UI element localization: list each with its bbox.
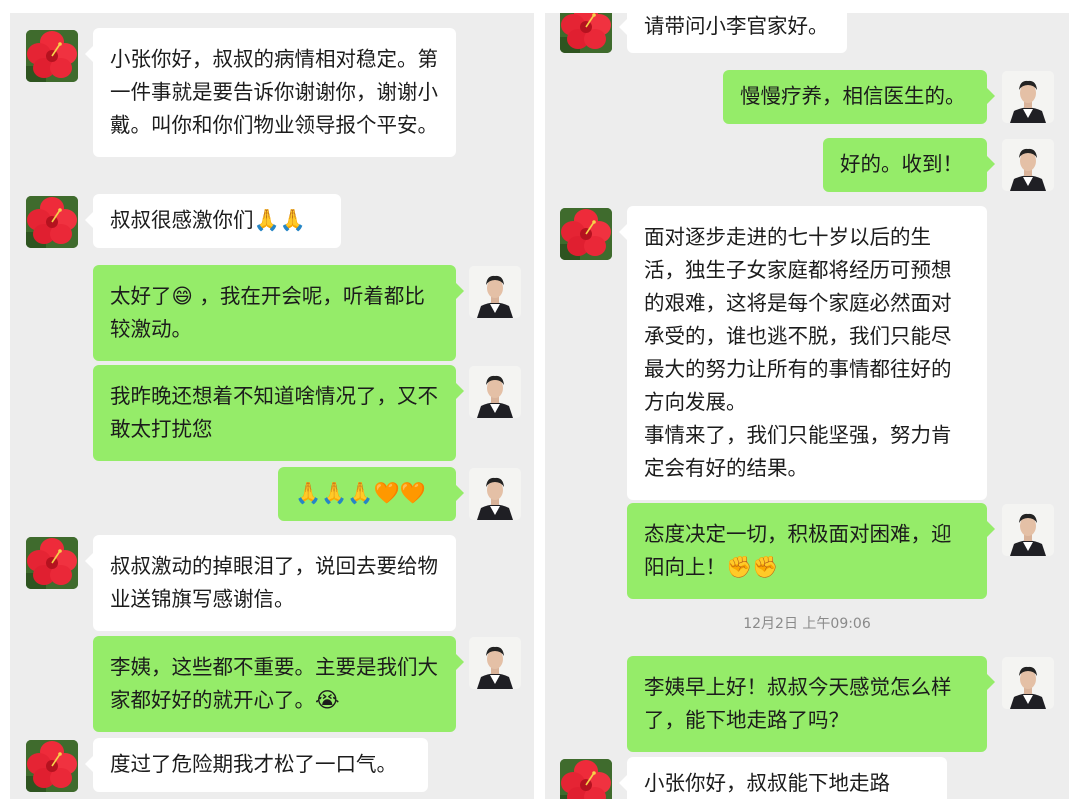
contact-avatar[interactable] bbox=[560, 13, 612, 53]
contact-avatar[interactable] bbox=[26, 740, 78, 792]
folded-hands-hearts-emoji: 🙏🙏🙏🧡🧡 bbox=[295, 481, 426, 505]
self-avatar[interactable] bbox=[1002, 139, 1054, 191]
message-text: 叔叔很感激你们 bbox=[110, 208, 254, 232]
message-text: 态度决定一切，积极面对困难，迎阳向上！ bbox=[644, 522, 952, 579]
message-text: 事情来了，我们只能坚强，努力肯定会有好的结果。 bbox=[644, 423, 952, 480]
message-text: 我昨晚还想着不知道啥情况了，又不敢太打扰您 bbox=[110, 384, 438, 441]
chat-panel-left: 小张你好，叔叔的病情相对稳定。第一件事就是要告诉你谢谢你，谢谢小戴。叫你和你们物… bbox=[10, 13, 534, 799]
message-bubble-incoming[interactable]: 小张你好，叔叔的病情相对稳定。第一件事就是要告诉你谢谢你，谢谢小戴。叫你和你们物… bbox=[85, 28, 456, 157]
contact-avatar[interactable] bbox=[26, 196, 78, 248]
message-bubble-incoming[interactable]: 叔叔激动的掉眼泪了，说回去要给物业送锦旗写感谢信。 bbox=[85, 535, 456, 631]
message-text: 李姨，这些都不重要。主要是我们大家都好好的就开心了。 bbox=[110, 655, 438, 712]
message-text: 小张你好，叔叔的病情相对稳定。第一件事就是要告诉你谢谢你，谢谢小戴。叫你和你们物… bbox=[110, 47, 438, 137]
self-avatar[interactable] bbox=[469, 468, 521, 520]
message-text: 小张你好，叔叔能下地走路了。 bbox=[644, 771, 890, 795]
message-bubble-incoming[interactable]: 请带问小李官家好。 bbox=[619, 13, 847, 53]
message-text: 李姨早上好！叔叔今天感觉怎么样了，能下地走路了吗？ bbox=[644, 675, 952, 732]
chat-panel-right: 请带问小李官家好。 慢慢疗养，相信医生的。 好的。收到！ 面对逐步走进的七十岁以… bbox=[545, 13, 1069, 799]
message-text: 面对逐步走进的七十岁以后的生活，独生子女家庭都将经历可预想的艰难，这将是每个家庭… bbox=[644, 225, 952, 414]
message-bubble-outgoing[interactable]: 李姨，这些都不重要。主要是我们大家都好好的就开心了。😭 bbox=[93, 636, 464, 732]
message-bubble-incoming[interactable]: 度过了危险期我才松了一口气。 bbox=[85, 738, 428, 792]
message-bubble-outgoing[interactable]: 慢慢疗养，相信医生的。 bbox=[723, 70, 995, 124]
self-avatar[interactable] bbox=[1002, 657, 1054, 709]
message-bubble-incoming[interactable]: 小张你好，叔叔能下地走路了。 bbox=[619, 757, 947, 799]
raised-fist-emoji: ✊✊ bbox=[726, 555, 779, 579]
contact-avatar[interactable] bbox=[26, 537, 78, 589]
message-bubble-incoming[interactable]: 面对逐步走进的七十岁以后的生活，独生子女家庭都将经历可预想的艰难，这将是每个家庭… bbox=[619, 206, 987, 500]
message-bubble-incoming[interactable]: 叔叔很感激你们🙏🙏 bbox=[85, 194, 341, 248]
self-avatar[interactable] bbox=[1002, 71, 1054, 123]
message-text: 太好了😄 ，我在开会呢，听着都比较激动。 bbox=[110, 284, 425, 341]
message-bubble-outgoing[interactable]: 李姨早上好！叔叔今天感觉怎么样了，能下地走路了吗？ bbox=[627, 656, 995, 752]
self-avatar[interactable] bbox=[1002, 504, 1054, 556]
self-avatar[interactable] bbox=[469, 366, 521, 418]
message-bubble-outgoing[interactable]: 🙏🙏🙏🧡🧡 bbox=[278, 467, 464, 521]
crying-face-emoji: 😭 bbox=[315, 688, 340, 712]
folded-hands-emoji: 🙏🙏 bbox=[253, 208, 306, 232]
message-text: 度过了危险期我才松了一口气。 bbox=[110, 752, 397, 776]
message-bubble-outgoing[interactable]: 态度决定一切，积极面对困难，迎阳向上！✊✊ bbox=[627, 503, 995, 599]
timestamp-divider: 12月2日 上午09:06 bbox=[743, 616, 871, 632]
message-text: 慢慢疗养，相信医生的。 bbox=[740, 84, 966, 108]
message-text: 请带问小李官家好。 bbox=[644, 14, 829, 38]
message-bubble-outgoing[interactable]: 好的。收到！ bbox=[823, 138, 995, 192]
contact-avatar[interactable] bbox=[560, 208, 612, 260]
message-bubble-outgoing[interactable]: 太好了😄 ，我在开会呢，听着都比较激动。 bbox=[93, 265, 464, 361]
self-avatar[interactable] bbox=[469, 266, 521, 318]
message-text: 叔叔激动的掉眼泪了，说回去要给物业送锦旗写感谢信。 bbox=[110, 554, 438, 611]
message-text: 好的。收到！ bbox=[840, 152, 963, 176]
contact-avatar[interactable] bbox=[560, 759, 612, 799]
message-bubble-outgoing[interactable]: 我昨晚还想着不知道啥情况了，又不敢太打扰您 bbox=[93, 365, 464, 461]
self-avatar[interactable] bbox=[469, 637, 521, 689]
contact-avatar[interactable] bbox=[26, 30, 78, 82]
